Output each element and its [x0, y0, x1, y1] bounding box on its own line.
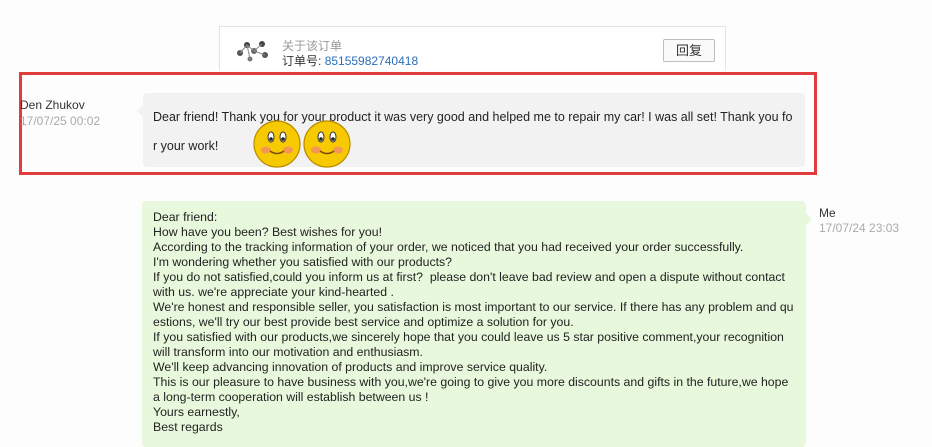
outgoing-sender-name: Me — [819, 206, 836, 220]
order-card: 关于该订单 订单号: 85155982740418 回复 — [219, 26, 726, 70]
smiley-icon — [303, 120, 351, 168]
order-number: 订单号: 85155982740418 — [282, 52, 418, 69]
order-number-link[interactable]: 85155982740418 — [325, 54, 418, 68]
outgoing-message-text: Dear friend: How have you been? Best wis… — [153, 210, 794, 434]
incoming-message-text: Dear friend! Thank you for your product … — [153, 110, 793, 153]
reply-button[interactable]: 回复 — [663, 39, 715, 62]
product-thumbnail[interactable] — [232, 35, 272, 65]
incoming-sender-name: Den Zhukov — [20, 98, 85, 112]
smiley-emoji-pair — [253, 120, 351, 168]
outgoing-message-bubble: Dear friend: How have you been? Best wis… — [142, 201, 812, 447]
outgoing-timestamp: 17/07/24 23:03 — [819, 221, 900, 235]
incoming-message-bubble: Dear friend! Thank you for your product … — [137, 93, 805, 167]
order-number-label: 订单号: — [282, 54, 322, 68]
smiley-icon — [253, 120, 301, 168]
incoming-timestamp: 17/07/25 00:02 — [20, 114, 101, 128]
